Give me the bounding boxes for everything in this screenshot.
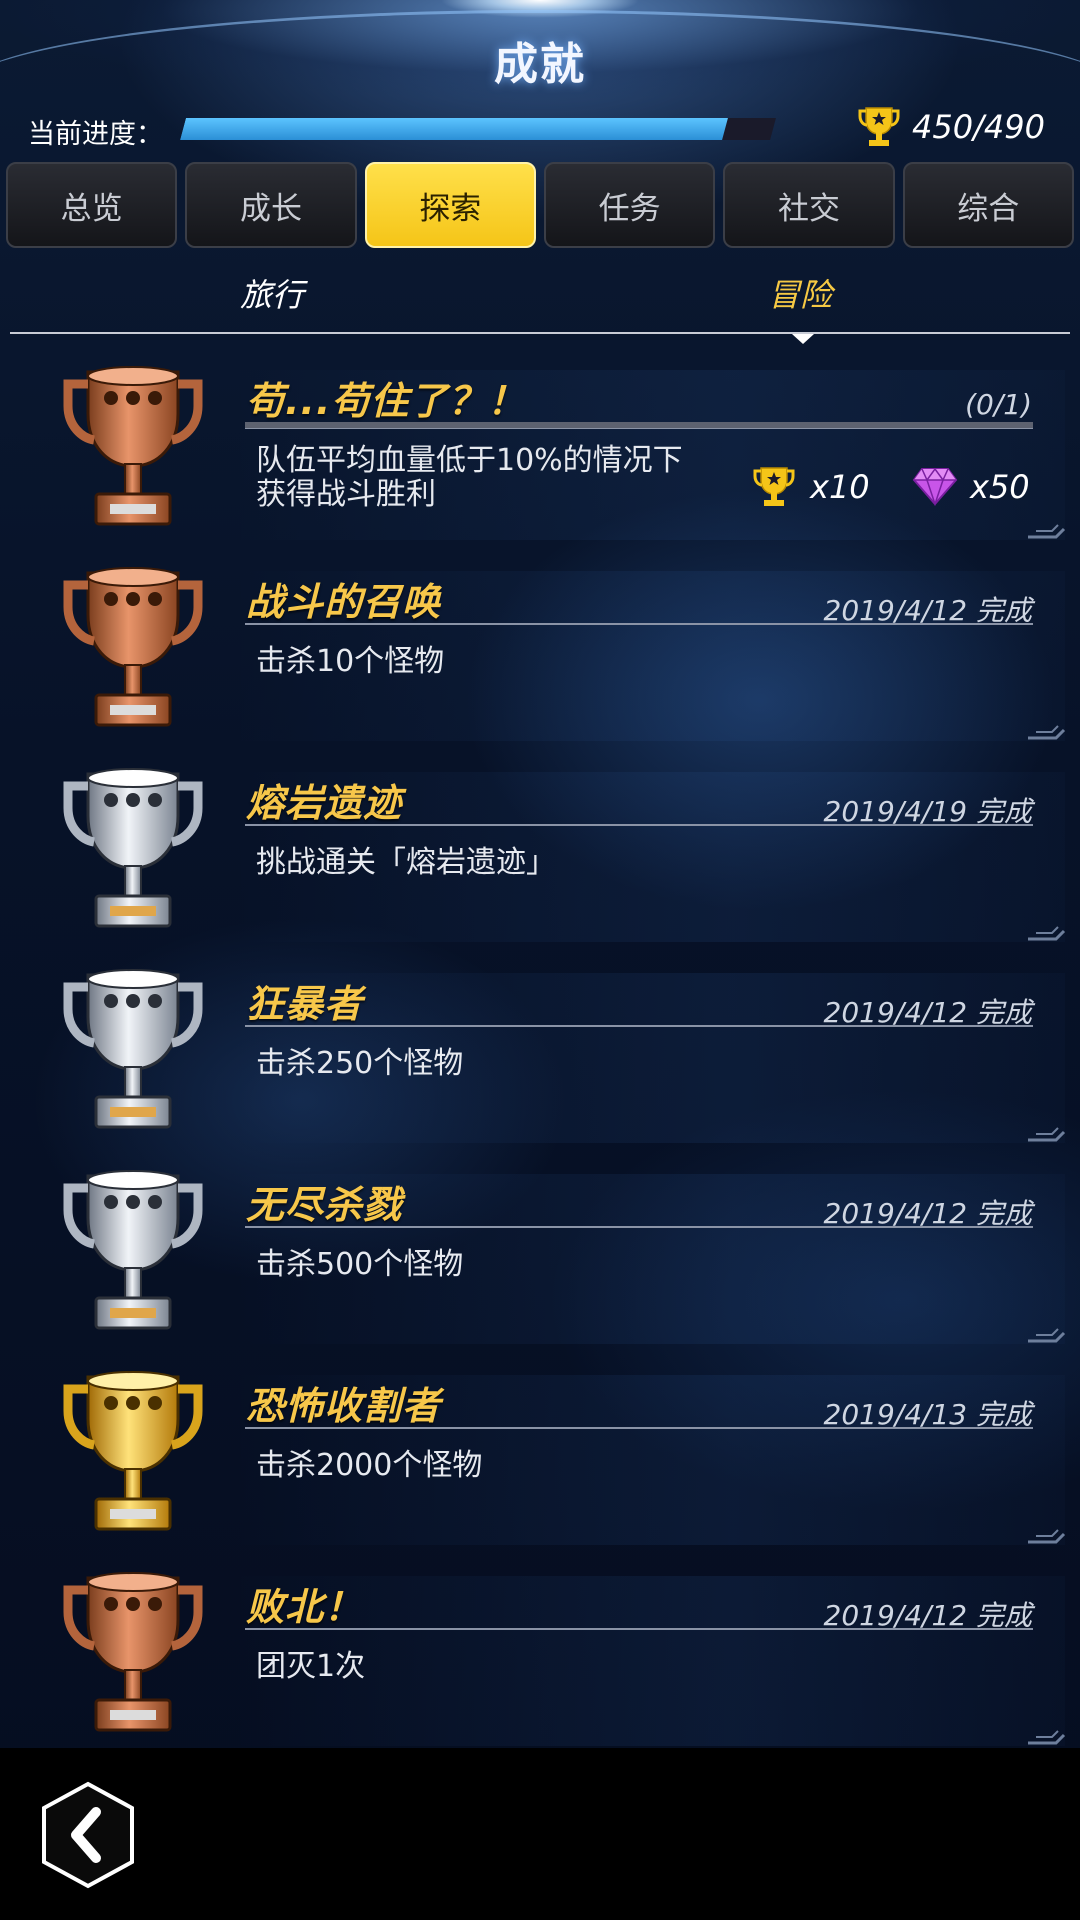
achievement-divider xyxy=(245,1628,1033,1630)
subtab-divider xyxy=(10,332,1070,334)
gold-trophy-icon xyxy=(58,1359,208,1539)
back-button[interactable] xyxy=(38,1780,138,1890)
achievement-divider xyxy=(245,1226,1033,1228)
progress-label: 当前进度： xyxy=(28,119,163,150)
achievement-row[interactable]: 败北！ 2019/4/12 完成 团灭1次 xyxy=(0,1552,1080,1753)
achievement-row[interactable]: 熔岩遗迹 2019/4/19 完成 挑战通关「熔岩遗迹」 xyxy=(0,748,1080,949)
progress-bar xyxy=(180,118,776,140)
subtab-travel[interactable]: 旅行 xyxy=(240,270,304,316)
achievement-title: 败北！ xyxy=(246,1585,364,1629)
achievement-row[interactable]: 苟...苟住了？！ (0/1) 队伍平均血量低于10%的情况下 获得战斗胜利 x… xyxy=(0,346,1080,547)
reward-gem-quantity: x50 xyxy=(970,468,1030,506)
reward-trophy-quantity: x10 xyxy=(810,468,870,506)
achievement-title: 狂暴者 xyxy=(246,982,364,1026)
achievement-title: 无尽杀戮 xyxy=(246,1183,403,1227)
achievements-screen: 成就 当前进度： 450/490 总览 成长 探索 任务 社交 综合 旅行 冒险… xyxy=(0,0,1080,1920)
achievement-row[interactable]: 狂暴者 2019/4/12 完成 击杀250个怪物 xyxy=(0,949,1080,1150)
silver-trophy-icon xyxy=(58,957,208,1137)
tab-growth[interactable]: 成长 xyxy=(185,162,357,248)
achievement-description: 挑战通关「熔岩遗迹」 xyxy=(256,845,556,880)
achievement-row[interactable]: 无尽杀戮 2019/4/12 完成 击杀500个怪物 xyxy=(0,1150,1080,1351)
achievement-description: 队伍平均血量低于10%的情况下 获得战斗胜利 xyxy=(256,444,683,512)
tab-quests[interactable]: 任务 xyxy=(543,162,716,248)
achievement-row[interactable]: 恐怖收割者 2019/4/13 完成 击杀2000个怪物 xyxy=(0,1351,1080,1552)
reward-trophy-icon xyxy=(752,464,796,508)
corner-decoration xyxy=(1026,1112,1066,1142)
corner-decoration xyxy=(1026,911,1066,941)
progress-bar-fill xyxy=(180,118,728,140)
achievement-description: 击杀500个怪物 xyxy=(256,1247,464,1282)
achievement-list[interactable]: 苟...苟住了？！ (0/1) 队伍平均血量低于10%的情况下 获得战斗胜利 x… xyxy=(0,346,1080,1753)
achievement-row[interactable]: 战斗的召唤 2019/4/12 完成 击杀10个怪物 xyxy=(0,547,1080,748)
silver-trophy-icon xyxy=(58,1158,208,1338)
page-title: 成就 xyxy=(494,39,586,90)
trophy-count: 450/490 xyxy=(912,108,1045,146)
corner-decoration xyxy=(1026,1514,1066,1544)
description-line: 队伍平均血量低于10%的情况下 xyxy=(256,443,683,478)
bronze-trophy-icon xyxy=(58,354,208,534)
achievement-description: 击杀2000个怪物 xyxy=(256,1448,483,1483)
diamond-icon xyxy=(912,466,958,506)
achievement-progress-bar xyxy=(245,422,1033,429)
achievement-divider xyxy=(245,1025,1033,1027)
trophy-icon xyxy=(858,107,900,146)
achievement-title: 苟...苟住了？！ xyxy=(246,379,527,423)
corner-decoration xyxy=(1026,509,1066,539)
description-line: 获得战斗胜利 xyxy=(256,477,436,512)
corner-decoration xyxy=(1026,710,1066,740)
subtab-adventure[interactable]: 冒险 xyxy=(768,270,832,316)
achievement-divider xyxy=(245,1427,1033,1429)
category-tabs: 总览 成长 探索 任务 社交 综合 xyxy=(6,162,1074,248)
achievement-divider xyxy=(245,824,1033,826)
tab-general[interactable]: 综合 xyxy=(902,162,1074,248)
achievement-title: 熔岩遗迹 xyxy=(246,781,403,825)
achievement-description: 击杀10个怪物 xyxy=(256,644,445,679)
tab-overview[interactable]: 总览 xyxy=(6,162,178,248)
bronze-trophy-icon xyxy=(58,555,208,735)
achievement-divider xyxy=(245,623,1033,625)
header: 成就 xyxy=(0,0,1080,100)
tab-social[interactable]: 社交 xyxy=(723,162,895,248)
tab-explore[interactable]: 探索 xyxy=(364,162,536,248)
achievement-title: 战斗的召唤 xyxy=(246,580,442,624)
achievement-progress: (0/1) xyxy=(965,388,1032,421)
achievement-description: 击杀250个怪物 xyxy=(256,1046,464,1081)
corner-decoration xyxy=(1026,1715,1066,1745)
corner-decoration xyxy=(1026,1313,1066,1343)
bronze-trophy-icon xyxy=(58,1560,208,1740)
achievement-description: 团灭1次 xyxy=(256,1649,366,1684)
silver-trophy-icon xyxy=(58,756,208,936)
subtab-active-caret xyxy=(792,334,814,344)
achievement-title: 恐怖收割者 xyxy=(246,1384,442,1428)
bottom-bar xyxy=(0,1748,1080,1920)
